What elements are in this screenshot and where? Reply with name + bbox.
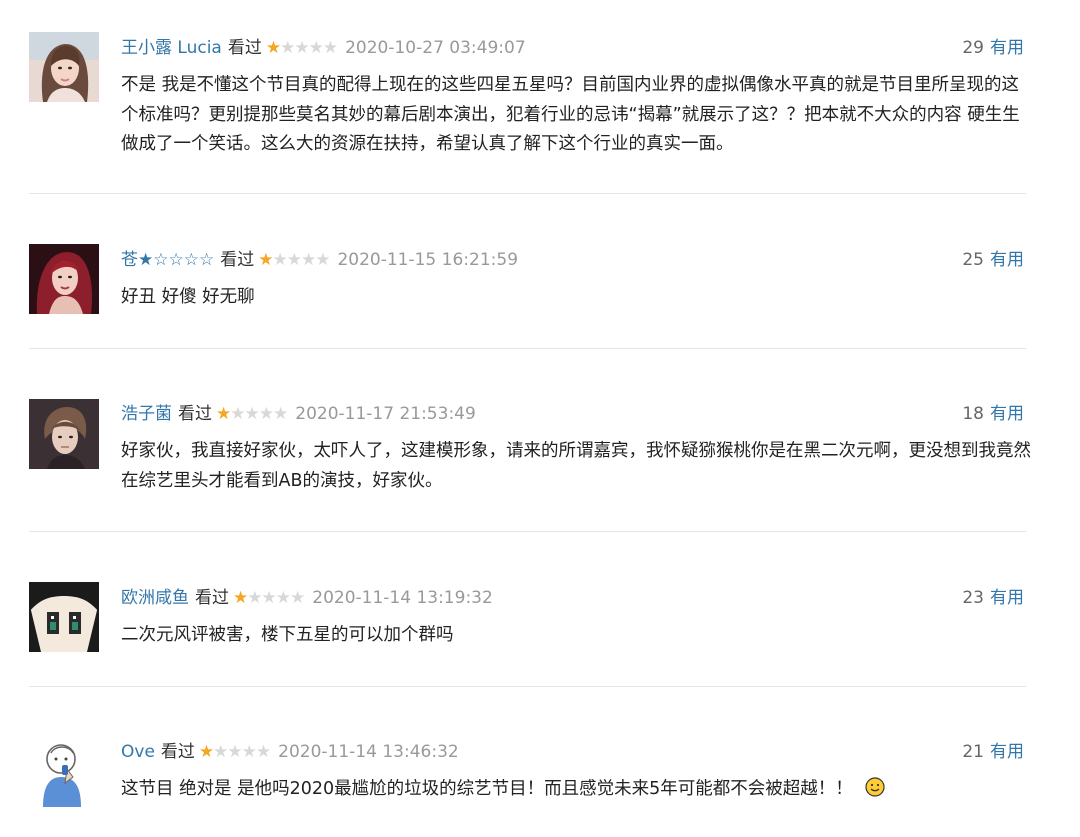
- star-filled-icon: ★: [198, 742, 214, 762]
- watch-status: 看过: [178, 404, 212, 424]
- star-filled-icon: ★: [216, 404, 231, 424]
- rating-stars: ★★★★★: [233, 585, 305, 611]
- comment-time: 2020-11-14 13:46:32: [278, 742, 459, 762]
- rating-stars: ★★★★★: [216, 401, 288, 427]
- star-empty-icon: ★: [315, 250, 330, 270]
- star-empty-icon: ★: [258, 404, 274, 424]
- star-filled-icon: ★: [258, 250, 273, 270]
- comment-header: 浩子菌 看过 ★★★★★ 2020-11-17 21:53:49 18 有用: [121, 401, 1024, 427]
- avatar-redhair-icon[interactable]: [29, 244, 99, 314]
- watch-status: 看过: [160, 742, 195, 762]
- divider: [29, 193, 1026, 194]
- comment-text: 不是 我是不懂这个节目真的配得上现在的这些四星五星吗？目前国内业界的虚拟偶像水平…: [121, 75, 1020, 154]
- watch-status: 看过: [227, 38, 262, 58]
- comment-time: 2020-11-15 16:21:59: [337, 250, 519, 270]
- rating-stars: ★★★★★: [265, 35, 338, 61]
- vote-area: 21 有用: [962, 739, 1024, 765]
- watch-status: 看过: [195, 588, 229, 608]
- star-empty-icon: ★: [273, 404, 288, 424]
- avatar-woman-icon[interactable]: [29, 32, 99, 102]
- vote-count: 23: [962, 588, 984, 608]
- comment-time: 2020-11-14 13:19:32: [312, 588, 493, 608]
- comment-text: 这节目 绝对是 是他吗2020最尴尬的垃圾的综艺节目！而且感觉未来5年可能都不会…: [121, 779, 853, 799]
- comment-header: 苍★☆☆☆☆ 看过 ★★★★★ 2020-11-15 16:21:59 25 有用: [121, 247, 1024, 273]
- star-empty-icon: ★: [308, 38, 324, 58]
- comment-username[interactable]: 苍★☆☆☆☆: [121, 250, 214, 270]
- star-empty-icon: ★: [261, 588, 277, 608]
- useful-button[interactable]: 有用: [990, 38, 1024, 58]
- avatar-sketch-icon[interactable]: [29, 737, 99, 807]
- comment-time: 2020-11-17 21:53:49: [295, 404, 476, 424]
- rating-stars: ★★★★★: [198, 739, 271, 765]
- vote-area: 18 有用: [962, 401, 1024, 427]
- star-empty-icon: ★: [272, 250, 287, 270]
- vote-area: 23 有用: [962, 585, 1024, 611]
- useful-button[interactable]: 有用: [990, 250, 1024, 270]
- star-empty-icon: ★: [290, 588, 305, 608]
- useful-button[interactable]: 有用: [990, 404, 1024, 424]
- useful-button[interactable]: 有用: [990, 588, 1024, 608]
- star-empty-icon: ★: [241, 742, 257, 762]
- avatar-anime-icon[interactable]: [29, 582, 99, 652]
- comment-header: Ove 看过 ★★★★★ 2020-11-14 13:46:32 21 有用: [121, 739, 1024, 765]
- divider: [29, 348, 1026, 349]
- star-empty-icon: ★: [300, 250, 316, 270]
- divider: [29, 686, 1026, 687]
- star-empty-icon: ★: [286, 250, 302, 270]
- smiley-emoji-icon: [865, 777, 885, 797]
- star-empty-icon: ★: [255, 742, 271, 762]
- vote-area: 29 有用: [962, 35, 1024, 61]
- watch-status: 看过: [220, 250, 255, 270]
- comment-time: 2020-10-27 03:49:07: [345, 38, 526, 58]
- comment-text: 好丑 好傻 好无聊: [121, 287, 255, 307]
- star-empty-icon: ★: [230, 404, 245, 424]
- vote-count: 25: [962, 250, 984, 270]
- comment-text: 好家伙，我直接好家伙，太吓人了，这建模形象，请来的所谓嘉宾，我怀疑猕猴桃你是在黑…: [121, 441, 1031, 491]
- star-empty-icon: ★: [227, 742, 242, 762]
- comment-username[interactable]: Ove: [121, 742, 155, 762]
- avatar-boy-icon[interactable]: [29, 399, 99, 469]
- star-empty-icon: ★: [213, 742, 228, 762]
- star-empty-icon: ★: [247, 588, 262, 608]
- star-empty-icon: ★: [244, 404, 260, 424]
- comment-username[interactable]: 王小露 Lucia: [121, 38, 222, 58]
- comment-text: 二次元风评被害，楼下五星的可以加个群吗: [121, 625, 454, 645]
- divider: [29, 531, 1026, 532]
- vote-area: 25 有用: [962, 247, 1024, 273]
- vote-count: 29: [962, 38, 984, 58]
- useful-button[interactable]: 有用: [990, 742, 1024, 762]
- vote-count: 21: [962, 742, 984, 762]
- comment-header: 王小露 Lucia 看过 ★★★★★ 2020-10-27 03:49:07 29 有用: [121, 35, 1024, 61]
- vote-count: 18: [962, 404, 984, 424]
- comment-username[interactable]: 欧洲咸鱼: [121, 588, 189, 608]
- comment-username[interactable]: 浩子菌: [121, 404, 172, 424]
- star-filled-icon: ★: [233, 588, 248, 608]
- comment-header: 欧洲咸鱼 看过 ★★★★★ 2020-11-14 13:19:32 23 有用: [121, 585, 1024, 611]
- star-empty-icon: ★: [275, 588, 291, 608]
- star-empty-icon: ★: [322, 38, 338, 58]
- rating-stars: ★★★★★: [258, 247, 330, 273]
- comment-list: 王小露 Lucia 看过 ★★★★★ 2020-10-27 03:49:07 29 有用…: [0, 0, 1080, 837]
- star-empty-icon: ★: [280, 38, 295, 58]
- star-filled-icon: ★: [265, 38, 281, 58]
- star-empty-icon: ★: [294, 38, 309, 58]
- comment-text-block: 这节目 绝对是 是他吗2020最尴尬的垃圾的综艺节目！而且感觉未来5年可能都不会…: [121, 775, 1031, 805]
